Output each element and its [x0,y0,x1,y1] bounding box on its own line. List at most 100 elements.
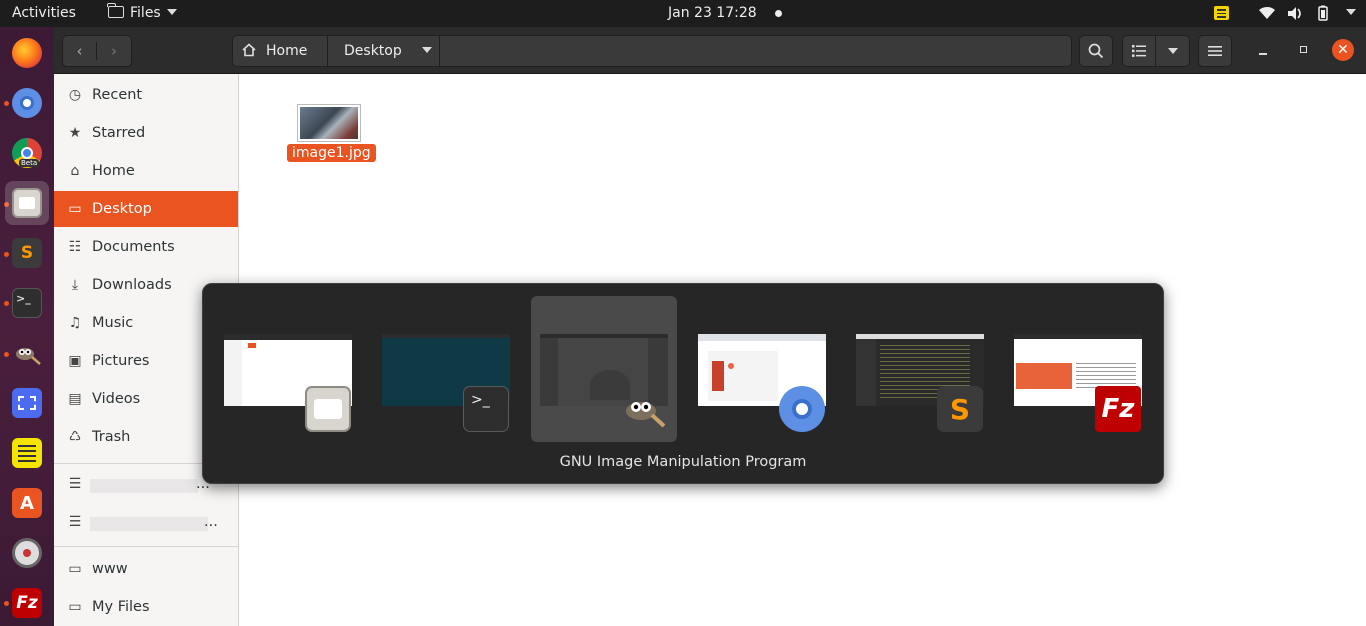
chevron-down-icon [1167,48,1178,54]
menu-button[interactable] [1198,35,1232,67]
sidebar-item-www[interactable]: ▭ www [54,551,238,587]
redacted-label [90,479,198,493]
clock[interactable]: Jan 23 17:28 [668,0,783,27]
close-button[interactable]: ✕ [1332,39,1354,61]
folder-icon: ▭ [68,561,82,577]
back-button[interactable]: ‹ [63,42,98,60]
filezilla-icon: Fz [1095,386,1141,432]
sidebar-item-server[interactable]: ☰... [54,504,238,540]
battery-icon[interactable] [1314,0,1332,27]
breadcrumb-desktop[interactable]: Desktop [344,36,433,66]
nav-buttons: ‹ › [62,35,132,67]
maximize-icon [1299,46,1307,53]
sidebar-item-recent[interactable]: ◷ Recent [54,77,238,113]
gimp-icon [12,338,42,368]
minimize-icon [1259,53,1267,55]
terminal-icon: >_ [463,386,509,432]
terminal-icon: >_ [12,288,42,318]
dock-files[interactable] [5,181,49,225]
video-icon: ▤ [68,391,82,407]
sidebar-item-label: Starred [92,125,146,141]
switcher-selected-app-label: GNU Image Manipulation Program [559,454,807,470]
chevron-down-icon [1346,9,1356,15]
activities-button[interactable]: Activities [12,0,76,27]
sidebar-item-label: Downloads [92,277,172,293]
sidebar-item-starred[interactable]: ★ Starred [54,115,238,151]
list-view-button[interactable] [1123,36,1157,66]
switcher-item-chromium[interactable] [689,296,835,442]
sublime-icon: S [937,386,983,432]
dock-screenshot[interactable] [5,381,49,425]
app-menu[interactable]: Files [107,0,177,27]
redacted-label [90,517,208,531]
view-options-button[interactable] [1156,36,1189,66]
chevron-down-icon [422,47,433,53]
sidebar-item-label: Desktop [92,201,152,217]
sidebar-item-label: My Files [92,599,150,615]
sidebar-item-label: Pictures [92,353,150,369]
switcher-item-terminal[interactable]: >_ [373,296,519,442]
software-center-icon: A [12,488,42,518]
sidebar-item-documents[interactable]: ☷ Documents [54,229,238,265]
files-icon [305,386,351,432]
switcher-item-files[interactable] [215,296,361,442]
switcher-item-filezilla[interactable]: Fz [1005,296,1151,442]
chevron-down-icon [166,9,177,15]
files-icon [12,188,42,218]
dock-chrome-beta[interactable]: Beta [5,131,49,175]
wifi-icon[interactable] [1258,0,1276,27]
breadcrumb-label: Home [266,43,308,59]
sidebar-separator [54,546,238,547]
sidebar-item-label: Home [92,163,135,179]
search-button[interactable] [1079,35,1113,67]
chromium-icon [779,386,825,432]
gimp-icon [621,386,667,432]
forward-button[interactable]: › [97,42,131,60]
breadcrumb-separator [439,36,440,66]
notes-tray-icon[interactable] [1214,6,1229,20]
star-icon: ★ [68,125,82,141]
sidebar-item-label: Videos [92,391,141,407]
sublime-icon: S [12,238,42,268]
download-icon: ⤓ [71,277,79,293]
trash-icon: ♺ [68,429,82,445]
sidebar-item-label: www [92,561,128,577]
sidebar-item-my-files[interactable]: ▭ My Files [54,589,238,625]
breadcrumb-separator [327,36,328,66]
file-thumbnail[interactable] [297,104,361,142]
switcher-item-sublime[interactable]: S [847,296,993,442]
sidebar-item-desktop[interactable]: ▭ Desktop [54,191,238,227]
clock-icon: ◷ [68,87,82,103]
beta-badge: Beta [19,159,40,167]
files-app-icon [107,3,124,18]
dock-settings[interactable] [5,531,49,575]
dock-sublime-text[interactable]: S [5,231,49,275]
dock-filezilla[interactable]: Fz [5,581,49,625]
dock-gimp[interactable] [5,331,49,375]
dock-firefox[interactable] [5,31,49,75]
app-menu-label: Files [130,5,161,21]
dock-chromium[interactable] [5,81,49,125]
dock-terminal[interactable]: >_ [5,281,49,325]
sidebar-item-home[interactable]: ⌂ Home [54,153,238,189]
file-name-label[interactable]: image1.jpg [287,144,376,162]
volume-icon[interactable] [1286,0,1304,27]
server-icon: ☰ [68,514,82,530]
home-icon [242,43,256,57]
maximize-button[interactable] [1292,39,1314,61]
pictures-icon: ▣ [68,353,82,369]
switcher-item-gimp[interactable] [531,296,677,442]
search-icon [1088,43,1104,59]
folder-icon: ▭ [68,599,82,615]
notes-icon [12,438,42,468]
notification-dot-icon [775,10,783,17]
dock-notes[interactable] [5,431,49,475]
desktop-icon: ▭ [68,201,82,217]
breadcrumb-home[interactable]: Home [242,36,327,66]
minimize-button[interactable] [1252,39,1274,61]
music-icon: ♫ [68,315,82,331]
screenshot-icon [12,388,42,418]
dock-software-center[interactable]: A [5,481,49,525]
dock: Beta S >_ A Fz [0,27,54,626]
system-menu-caret[interactable] [1340,0,1356,27]
